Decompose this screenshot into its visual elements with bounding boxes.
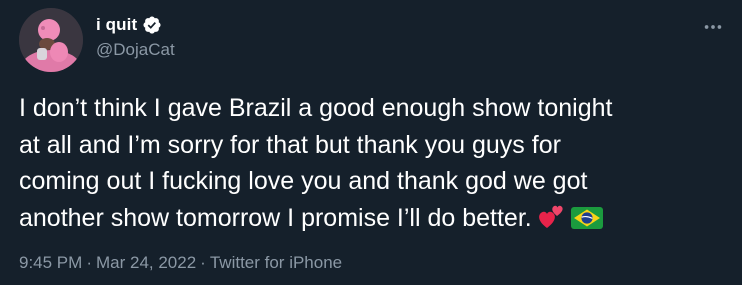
avatar[interactable] xyxy=(19,8,83,72)
two-hearts-emoji xyxy=(536,201,566,231)
avatar-image xyxy=(19,8,83,72)
display-name[interactable]: i quit xyxy=(96,15,137,35)
brazil-flag-emoji xyxy=(570,205,604,231)
tweet-text: I don’t think I gave Brazil a good enoug… xyxy=(19,90,719,236)
tweet-card: i quit @DojaCat I don’t think I gave Bra… xyxy=(0,0,742,285)
display-name-row: i quit xyxy=(96,14,162,36)
tweet-meta: 9:45 PM · Mar 24, 2022 · Twitter for iPh… xyxy=(19,253,342,273)
tweet-date[interactable]: Mar 24, 2022 xyxy=(96,253,196,273)
more-horizontal-icon xyxy=(704,25,722,29)
tweet-time[interactable]: 9:45 PM xyxy=(19,253,82,273)
verified-badge-icon xyxy=(142,15,162,35)
meta-separator: · xyxy=(200,253,206,272)
handle[interactable]: @DojaCat xyxy=(96,40,175,60)
more-options-button[interactable] xyxy=(700,14,726,40)
meta-separator: · xyxy=(86,253,92,272)
tweet-body: I don’t think I gave Brazil a good enoug… xyxy=(19,94,613,232)
tweet-source[interactable]: Twitter for iPhone xyxy=(210,253,342,273)
